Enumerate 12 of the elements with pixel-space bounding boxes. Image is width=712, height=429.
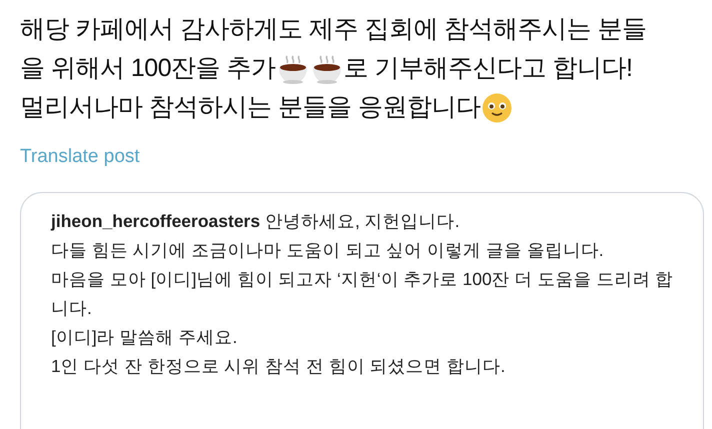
quoted-post-card[interactable]: jiheon_hercoffeeroasters 안녕하세요, 지헌입니다. 다들 힘든 시기에 조금이나마 도움이 되고 싶어 이렇게 글을 올립니다. 마음을 모아 [이디]님에 힘이 되고자 ‘지헌‘이 추가로 100잔 더 도움을 드리려 합니다. [이디]라 말씀해 주세요. 1인 다섯 잔 한정으로 시위 참석 전 힘이 되셨으면 합니다. [20,192,704,429]
quoted-text: 안녕하세요, 지헌입니다. [264,210,460,230]
quoted-text: 다들 힘든 시기에 조금이나마 도움이 되고 싶어 이렇게 글을 올립니다. [51,240,604,260]
quoted-text: 1인 다섯 잔 한정으로 시위 참석 전 힘이 되셨으면 합니다. [51,356,506,376]
post-text: 을 위해서 100잔을 추가 [20,52,276,84]
username: jiheon_hercoffeeroasters [51,210,260,230]
post-text: 로 기부해주신다고 합니다! [344,52,632,84]
quoted-text: 마음을 모아 [이디]님에 힘이 되고자 ‘지헌‘이 추가로 100잔 더 도움을 드리려 합니다. [51,268,674,318]
quoted-text: [이디]라 말씀해 주세요. [51,326,238,346]
post-text: 해당 카페에서 감사하게도 제주 집회에 참석해주시는 분들 [20,14,647,45]
post-text: 멀리서나마 참석하시는 분들을 응원합니다 [20,92,480,123]
smiling-face-icon [480,92,514,124]
